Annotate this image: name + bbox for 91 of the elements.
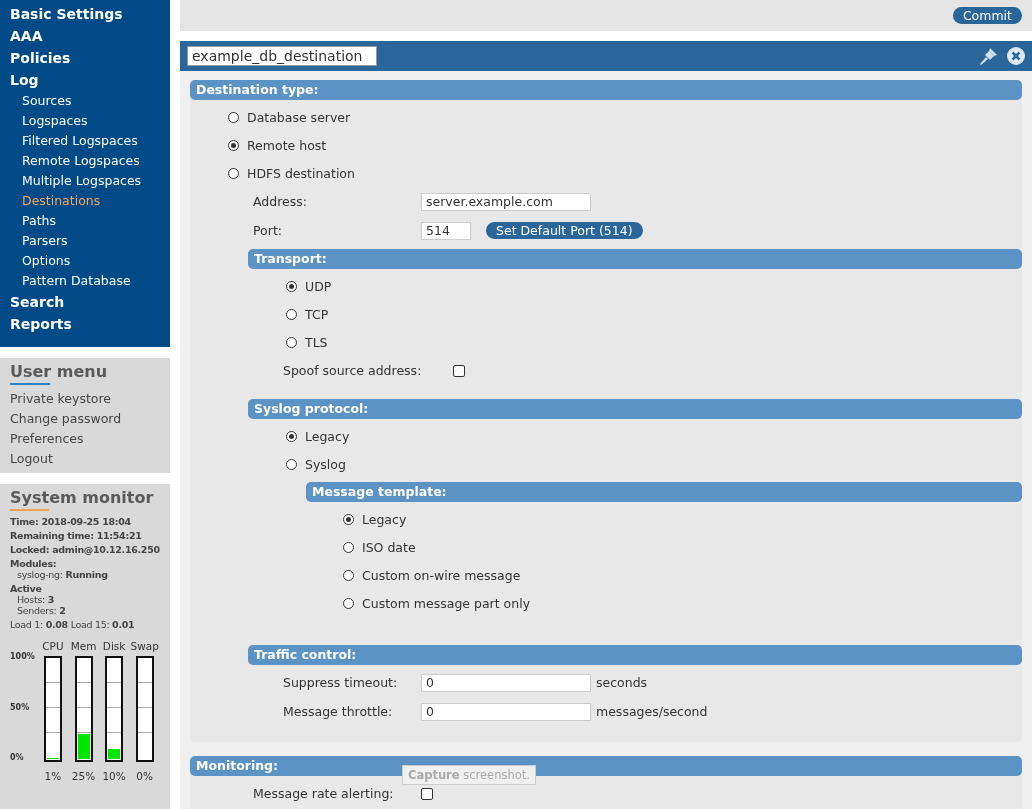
radio-button[interactable]: [286, 430, 297, 442]
radio-label: Syslog: [305, 456, 346, 472]
axis-label: 50%: [10, 702, 31, 712]
field-label: Address:: [253, 194, 308, 209]
checkbox-label: Message rate alerting:: [253, 786, 395, 801]
active-count: Hosts: 3: [16, 594, 55, 605]
radio-button[interactable]: [228, 139, 239, 151]
active-count: Senders: 2: [16, 605, 67, 616]
module-status: syslog-ng: Running: [16, 569, 109, 580]
menu-link[interactable]: Preferences: [10, 429, 160, 449]
radio-button[interactable]: [286, 458, 297, 470]
close-icon[interactable]: [1007, 47, 1025, 65]
nav-item[interactable]: Policies: [0, 47, 170, 69]
tooltip: Capture screenshot.: [402, 765, 536, 785]
nav-item[interactable]: Reports: [0, 313, 170, 335]
field-label: Suppress timeout:: [283, 675, 399, 690]
radio-label: Legacy: [305, 428, 350, 444]
radio-label: Custom message part only: [362, 595, 531, 611]
commit-button[interactable]: Commit: [952, 7, 1022, 24]
nav-subitem[interactable]: Parsers: [0, 231, 170, 251]
radio-button[interactable]: [343, 541, 354, 553]
field-label: Message throttle:: [283, 704, 394, 719]
nav-item[interactable]: Log: [0, 69, 170, 91]
meter-reading: 0%: [136, 770, 154, 782]
radio-label: Custom on-wire message: [362, 567, 521, 583]
status-text: Remaining time: 11:54:21: [10, 530, 143, 541]
nav-subitem[interactable]: Destinations: [0, 191, 170, 211]
radio-label: Legacy: [362, 511, 407, 527]
nav-item[interactable]: AAA: [0, 25, 170, 47]
input-field[interactable]: 514: [421, 221, 471, 240]
field-label: Port:: [253, 223, 283, 238]
unit-label: seconds: [596, 675, 648, 690]
radio-button[interactable]: [228, 167, 239, 179]
meter-label: Disk: [102, 640, 126, 654]
section-header: Traffic control:: [248, 645, 1022, 665]
nav-subitem[interactable]: Remote Logspaces: [0, 151, 170, 171]
unit-label: messages/second: [596, 704, 708, 719]
nav-subitem[interactable]: Options: [0, 251, 170, 271]
default-port-button[interactable]: Set Default Port (514): [486, 222, 643, 239]
nav-subitem[interactable]: Multiple Logspaces: [0, 171, 170, 191]
input-field[interactable]: 0: [421, 702, 591, 721]
radio-button[interactable]: [228, 111, 239, 123]
radio-button[interactable]: [286, 308, 297, 320]
status-text: Time: 2018-09-25 18:04: [10, 516, 132, 527]
meter-label: Swap: [130, 640, 159, 654]
menu-link[interactable]: Logout: [10, 449, 160, 469]
nav-subitem[interactable]: Logspaces: [0, 111, 170, 131]
radio-button[interactable]: [343, 513, 354, 525]
meter-reading: 10%: [102, 770, 126, 782]
load-text: Load 1: 0.08 Load 15: 0.01: [10, 619, 136, 630]
radio-label: Database server: [247, 109, 351, 125]
radio-button[interactable]: [286, 336, 297, 348]
section-header: Syslog protocol:: [248, 399, 1022, 419]
radio-button[interactable]: [343, 597, 354, 609]
radio-button[interactable]: [343, 569, 354, 581]
checkbox[interactable]: [421, 787, 433, 800]
radio-label: TCP: [305, 306, 329, 322]
section-header: Message template:: [306, 482, 1022, 502]
meter-reading: 1%: [44, 770, 62, 782]
radio-label: UDP: [305, 278, 332, 294]
menu-link[interactable]: Private keystore: [10, 389, 160, 409]
axis-label: 100%: [10, 652, 36, 661]
radio-label: ISO date: [362, 539, 416, 555]
meter-reading: 25%: [71, 770, 96, 782]
input-field[interactable]: server.example.com: [421, 192, 591, 211]
name-field[interactable]: example_db_destination: [187, 46, 377, 66]
checkbox-label: Spoof source address:: [283, 363, 423, 378]
nav-subitem[interactable]: Paths: [0, 211, 170, 231]
meter-label: Mem: [70, 640, 97, 654]
nav-subitem[interactable]: Pattern Database: [0, 271, 170, 291]
input-field[interactable]: 0: [421, 673, 591, 692]
status-text: Modules:: [10, 558, 58, 569]
active-title: Active: [10, 583, 43, 594]
checkbox[interactable]: [453, 364, 465, 377]
system-monitor-title: System monitor: [10, 488, 154, 511]
nav-item[interactable]: Basic Settings: [0, 3, 170, 25]
radio-label: Remote host: [247, 137, 327, 153]
nav-subitem[interactable]: Filtered Logspaces: [0, 131, 170, 151]
nav-item[interactable]: Search: [0, 291, 170, 313]
axis-label: 0%: [10, 753, 25, 762]
pin-icon[interactable]: [979, 46, 999, 66]
section-header: Destination type:: [190, 80, 1022, 100]
status-text: Locked: admin@10.12.16.250: [10, 544, 160, 555]
nav-subitem[interactable]: Sources: [0, 91, 170, 111]
menu-link[interactable]: Change password: [10, 409, 160, 429]
radio-label: HDFS destination: [247, 165, 355, 181]
meter-label: CPU: [42, 640, 64, 654]
section-header: Transport:: [248, 249, 1022, 269]
radio-button[interactable]: [286, 280, 297, 292]
user-menu-title: User menu: [10, 362, 108, 385]
radio-label: TLS: [305, 334, 328, 350]
